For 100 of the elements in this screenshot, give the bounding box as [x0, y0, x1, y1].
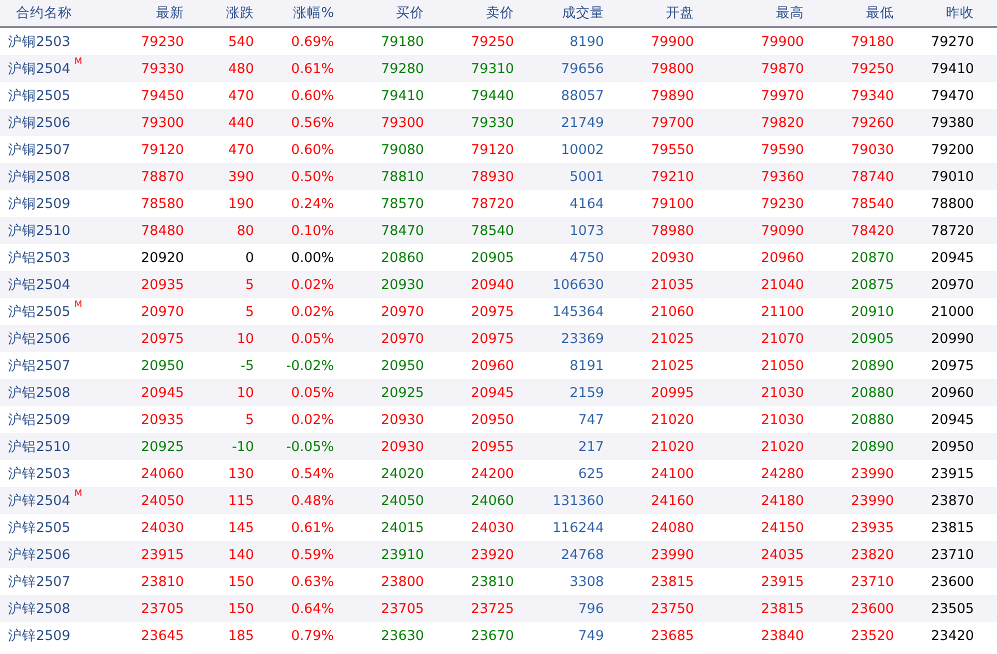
table-cell: 390 [228, 168, 254, 184]
table-cell: 23915 [931, 466, 974, 482]
contract-name[interactable]: 沪铜2505 [8, 88, 70, 104]
column-header: 开盘 [666, 5, 694, 21]
contract-name[interactable]: 沪铝2503 [8, 250, 70, 266]
table-cell: 5 [245, 276, 254, 292]
table-cell: 20960 [761, 250, 804, 266]
table-cell: 21070 [761, 330, 804, 346]
contract-name[interactable]: 沪铝2505 [8, 304, 70, 320]
table-cell: 20925 [381, 384, 424, 400]
column-header: 最高 [776, 5, 804, 21]
contract-name[interactable]: 沪锌2507 [8, 574, 70, 590]
table-cell: 23935 [851, 520, 894, 536]
table-cell: 24280 [761, 466, 804, 482]
table-cell: 23815 [761, 600, 804, 616]
table-cell: 24035 [761, 546, 804, 562]
table-cell: 0.10% [291, 222, 334, 238]
table-cell: 79410 [381, 88, 424, 104]
table-cell: 0.50% [291, 168, 334, 184]
contract-name[interactable]: 沪铜2504 [8, 60, 70, 76]
column-header: 最低 [866, 5, 894, 21]
contract-name[interactable]: 沪锌2505 [8, 520, 70, 536]
table-cell: 0.02% [291, 276, 334, 292]
table-cell: 23990 [851, 466, 894, 482]
table-cell: 2159 [570, 384, 604, 400]
table-cell: 21060 [651, 304, 694, 320]
contract-name[interactable]: 沪铝2509 [8, 412, 70, 428]
contract-name[interactable]: 沪铜2510 [8, 222, 70, 238]
table-cell: 20975 [141, 330, 184, 346]
table-cell: 79330 [141, 60, 184, 76]
contract-name[interactable]: 沪铝2510 [8, 438, 70, 454]
contract-name[interactable]: 沪铜2509 [8, 196, 70, 212]
table-cell: 115 [228, 492, 254, 508]
table-cell: 23505 [931, 600, 974, 616]
table-cell: 796 [578, 600, 604, 616]
table-cell: 79340 [851, 88, 894, 104]
table-cell: 20920 [141, 250, 184, 266]
table-cell: 106630 [552, 276, 604, 292]
main-contract-mark: M [74, 56, 82, 66]
contract-name[interactable]: 沪锌2509 [8, 628, 70, 644]
table-cell: 79410 [931, 60, 974, 76]
table-cell: 79230 [141, 34, 184, 50]
table-cell: 0.56% [291, 114, 334, 130]
table-cell: 23710 [851, 574, 894, 590]
table-cell: 24015 [381, 520, 424, 536]
contract-name[interactable]: 沪锌2504 [8, 492, 70, 508]
table-cell: 20955 [471, 438, 514, 454]
contract-name[interactable]: 沪铝2507 [8, 358, 70, 374]
table-cell: 145 [228, 520, 254, 536]
table-cell: 20930 [651, 250, 694, 266]
contract-name[interactable]: 沪锌2506 [8, 546, 70, 562]
table-cell: 78480 [141, 222, 184, 238]
table-cell: 20970 [141, 304, 184, 320]
table-cell: 23915 [761, 574, 804, 590]
table-cell: 470 [228, 142, 254, 158]
table-cell: 23915 [141, 546, 184, 562]
contract-name[interactable]: 沪铝2504 [8, 276, 70, 292]
contract-name[interactable]: 沪铜2508 [8, 168, 70, 184]
table-cell: 749 [578, 628, 604, 644]
table-cell: 20960 [931, 384, 974, 400]
table-cell: 79700 [651, 114, 694, 130]
table-cell: 79180 [851, 34, 894, 50]
table-cell: 185 [228, 628, 254, 644]
table-cell: 145364 [552, 304, 604, 320]
table-cell: 20950 [381, 358, 424, 374]
table-cell: 20970 [381, 330, 424, 346]
table-cell: 470 [228, 88, 254, 104]
table-cell: 21020 [651, 438, 694, 454]
table-cell: 24768 [561, 546, 604, 562]
table-cell: 0.63% [291, 574, 334, 590]
contract-name[interactable]: 沪铝2506 [8, 330, 70, 346]
table-cell: 190 [228, 196, 254, 212]
table-cell: 23725 [471, 600, 514, 616]
contract-name[interactable]: 沪铜2507 [8, 142, 70, 158]
table-cell: 23815 [651, 574, 694, 590]
table-cell: 20880 [851, 384, 894, 400]
table-cell: 79380 [931, 114, 974, 130]
contract-name[interactable]: 沪铜2503 [8, 34, 70, 50]
table-cell: 79890 [651, 88, 694, 104]
table-cell: 0.24% [291, 196, 334, 212]
table-cell: 24100 [651, 466, 694, 482]
table-cell: 23840 [761, 628, 804, 644]
table-cell: 79260 [851, 114, 894, 130]
table-cell: 23750 [651, 600, 694, 616]
table-cell: 23520 [851, 628, 894, 644]
contract-name[interactable]: 沪锌2503 [8, 466, 70, 482]
table-cell: 23990 [651, 546, 694, 562]
table-cell: 0.60% [291, 88, 334, 104]
table-cell: 78870 [141, 168, 184, 184]
table-cell: 24060 [141, 466, 184, 482]
table-cell: 8190 [570, 34, 604, 50]
contract-name[interactable]: 沪铜2506 [8, 114, 70, 130]
table-cell: 150 [228, 574, 254, 590]
table-cell: 0.69% [291, 34, 334, 50]
column-header: 成交量 [562, 5, 604, 21]
table-cell: 1073 [570, 222, 604, 238]
contract-name[interactable]: 沪铝2508 [8, 384, 70, 400]
table-cell: 24030 [141, 520, 184, 536]
contract-name[interactable]: 沪锌2508 [8, 600, 70, 616]
table-cell: 23600 [931, 574, 974, 590]
